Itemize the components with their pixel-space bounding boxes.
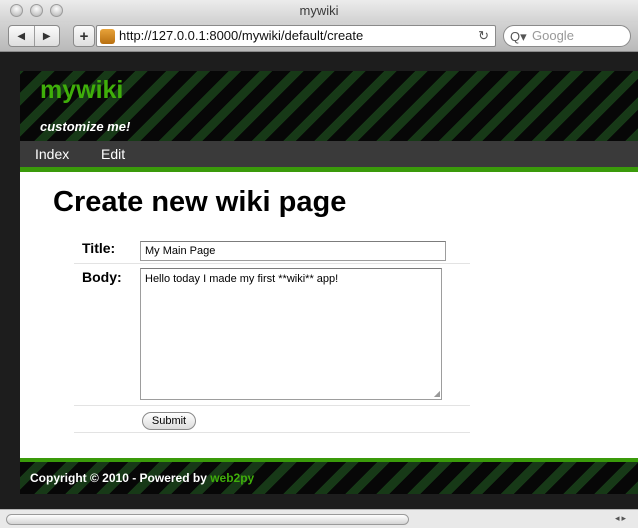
resize-handle-icon[interactable]: ◢ [434, 390, 440, 398]
create-page-form: Title: My Main Page Body: Hello today I … [74, 235, 470, 433]
nav-buttons: ◀ ▶ [8, 25, 60, 47]
zoom-window-button[interactable] [50, 4, 63, 17]
scroll-arrows-icon[interactable]: ◂▸ [615, 513, 628, 524]
menu-item-index[interactable]: Index [35, 141, 69, 167]
title-input[interactable]: My Main Page [140, 241, 446, 261]
body-text: Hello today I made my first **wiki** app… [145, 273, 339, 285]
favicon-icon [100, 29, 115, 44]
copyright-text: Copyright © 2010 - Powered by [30, 471, 211, 485]
forward-arrow-icon: ▶ [42, 30, 51, 42]
form-row-title: Title: My Main Page [74, 235, 470, 264]
search-icon[interactable]: Q▾ [510, 27, 527, 47]
web2py-link[interactable]: web2py [210, 471, 254, 485]
horizontal-scrollbar[interactable]: ◂▸ [0, 509, 638, 528]
forward-button[interactable]: ▶ [33, 26, 60, 46]
search-field[interactable]: Q▾ Google [503, 25, 631, 47]
site-tagline: customize me! [40, 119, 131, 134]
menu-item-edit[interactable]: Edit [101, 141, 125, 167]
reload-icon[interactable]: ↻ [478, 26, 489, 46]
close-window-button[interactable] [10, 4, 23, 17]
site-logo[interactable]: mywiki [40, 76, 123, 105]
title-label: Title: [82, 240, 116, 256]
page-viewport: mywiki customize me! Index Edit Create n… [0, 53, 638, 509]
page-title: Create new wiki page [53, 186, 347, 218]
site-footer: Copyright © 2010 - Powered by web2py [20, 462, 638, 494]
address-bar[interactable]: http://127.0.0.1:8000/mywiki/default/cre… [96, 25, 496, 47]
site-menu: Index Edit [20, 141, 638, 167]
search-placeholder: Google [532, 28, 574, 43]
add-bookmark-button[interactable]: + [73, 25, 95, 47]
main-content: Create new wiki page Title: My Main Page… [20, 172, 638, 458]
body-label: Body: [82, 269, 122, 285]
url-text[interactable]: http://127.0.0.1:8000/mywiki/default/cre… [119, 26, 363, 46]
back-button[interactable]: ◀ [9, 26, 34, 46]
plus-icon: + [79, 27, 89, 45]
scrollbar-thumb[interactable] [6, 514, 409, 525]
browser-toolbar: ◀ ▶ + http://127.0.0.1:8000/mywiki/defau… [0, 22, 638, 52]
body-textarea[interactable]: Hello today I made my first **wiki** app… [140, 268, 442, 400]
back-arrow-icon: ◀ [17, 30, 26, 42]
copyright-notice: Copyright © 2010 - Powered by web2py [30, 471, 254, 485]
window-title: mywiki [299, 3, 339, 18]
form-row-submit: Submit [74, 406, 470, 433]
submit-button[interactable]: Submit [142, 412, 196, 430]
site-header: mywiki customize me! [20, 71, 638, 141]
minimize-window-button[interactable] [30, 4, 43, 17]
window-titlebar: mywiki [0, 0, 638, 22]
form-row-body: Body: Hello today I made my first **wiki… [74, 264, 470, 406]
